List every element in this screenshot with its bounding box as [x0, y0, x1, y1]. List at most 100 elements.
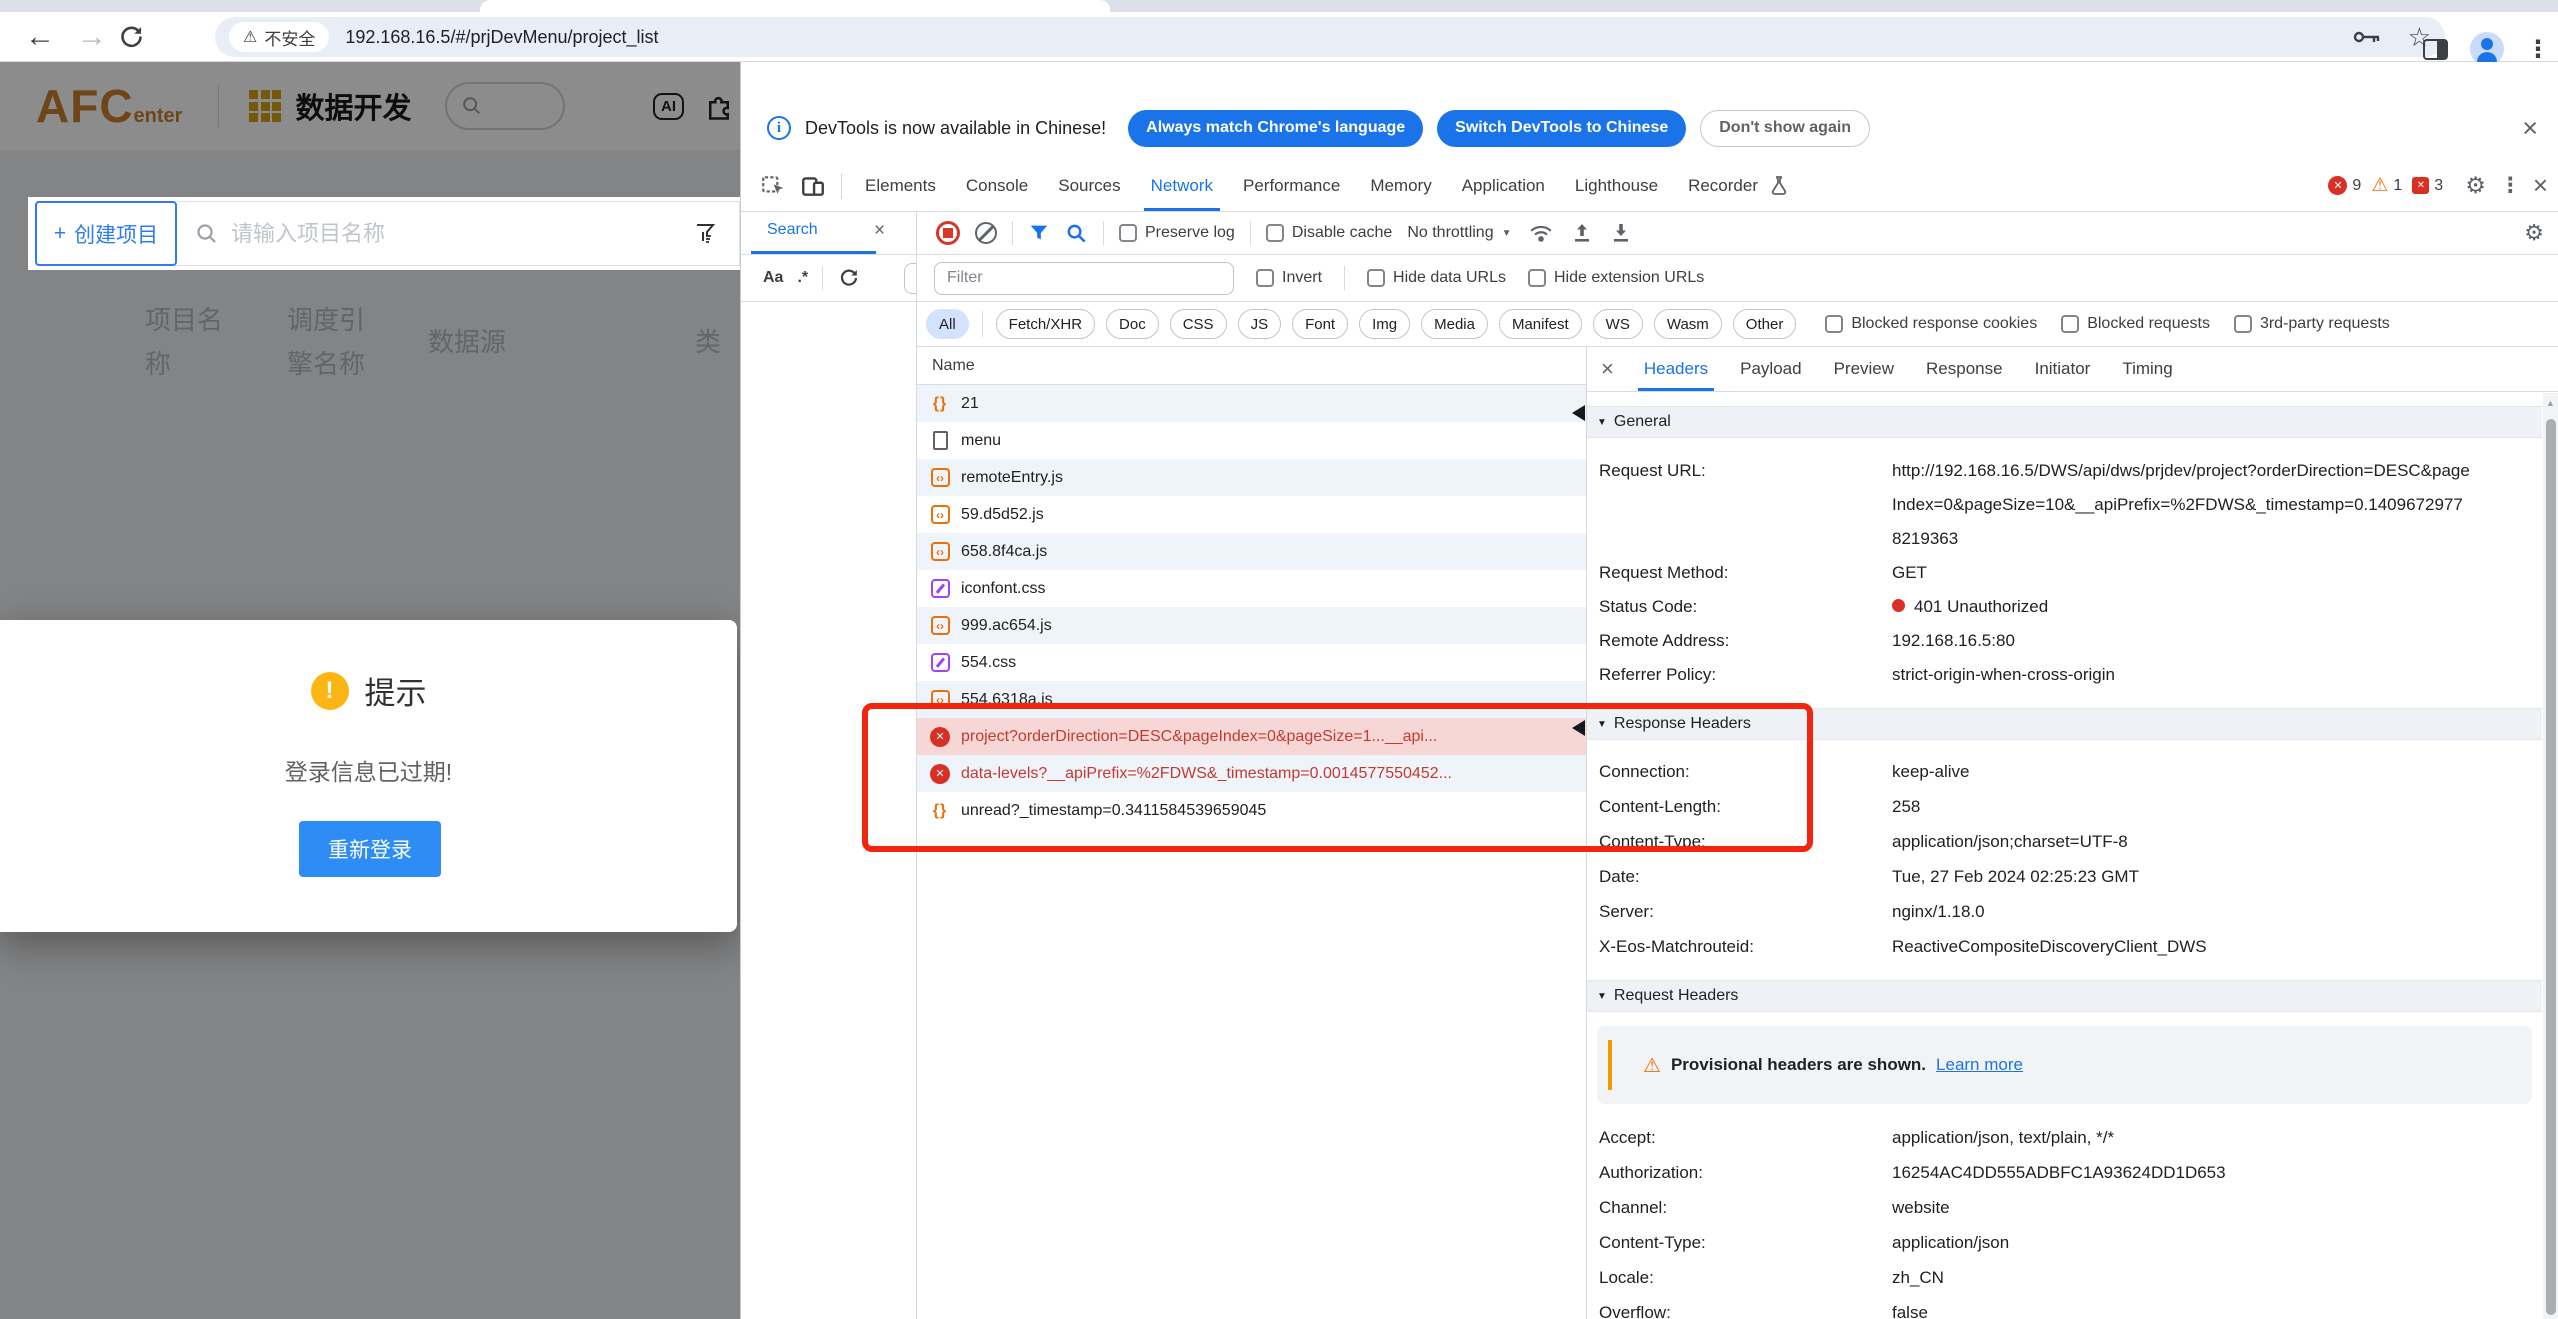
request-row[interactable]: iconfont.css: [916, 570, 1586, 607]
tab-performance[interactable]: Performance: [1228, 160, 1355, 211]
tab-recorder[interactable]: Recorder: [1673, 160, 1773, 211]
tab-sources[interactable]: Sources: [1043, 160, 1135, 211]
create-project-button[interactable]: + 创建项目: [35, 201, 177, 266]
back-icon[interactable]: ←: [14, 20, 66, 54]
tab-application[interactable]: Application: [1447, 160, 1560, 211]
search-query-input[interactable]: [904, 263, 916, 294]
chip-fetch-xhr[interactable]: Fetch/XHR: [996, 309, 1095, 339]
scroll-up-icon[interactable]: ▲: [2545, 398, 2556, 408]
reload-icon[interactable]: [118, 23, 170, 50]
clear-network-log-button[interactable]: [975, 222, 997, 244]
devtools-close-icon[interactable]: ×: [2533, 170, 2548, 201]
chip-manifest[interactable]: Manifest: [1499, 309, 1582, 339]
chip-other[interactable]: Other: [1733, 309, 1797, 339]
request-row-failed[interactable]: ✕ data-levels?__apiPrefix=%2FDWS&_timest…: [916, 755, 1586, 792]
request-row[interactable]: ‹› 999.ac654.js: [916, 607, 1586, 644]
third-party-requests-checkbox[interactable]: 3rd-party requests: [2234, 315, 2390, 333]
devtools-menu-icon[interactable]: ⋮: [2500, 173, 2521, 198]
tab-lighthouse[interactable]: Lighthouse: [1560, 160, 1673, 211]
request-row[interactable]: ‹› 59.d5d52.js: [916, 496, 1586, 533]
general-section-header[interactable]: ▼ General: [1587, 406, 2542, 438]
chip-media[interactable]: Media: [1421, 309, 1488, 339]
browser-menu-icon[interactable]: ⋮: [2526, 35, 2550, 64]
network-settings-icon[interactable]: ⚙: [2524, 220, 2544, 246]
chip-img[interactable]: Img: [1359, 309, 1410, 339]
network-search-icon[interactable]: [1065, 222, 1088, 245]
learn-more-link[interactable]: Learn more: [1936, 1055, 2023, 1075]
issues-badge[interactable]: ✕ 3: [2412, 177, 2443, 195]
switch-devtools-chinese-button[interactable]: Switch DevTools to Chinese: [1437, 110, 1686, 147]
preserve-log-checkbox[interactable]: Preserve log: [1119, 224, 1235, 242]
network-conditions-icon[interactable]: [1527, 220, 1555, 246]
filter-funnel-icon[interactable]: [693, 221, 717, 247]
network-filter-input[interactable]: [934, 262, 1234, 295]
security-chip[interactable]: ⚠ 不安全: [229, 22, 329, 52]
search-pane-close-icon[interactable]: ×: [874, 220, 885, 242]
tab-elements[interactable]: Elements: [850, 160, 951, 211]
scrollbar-thumb[interactable]: [2546, 419, 2556, 1315]
chip-doc[interactable]: Doc: [1106, 309, 1159, 339]
chip-all[interactable]: All: [926, 309, 969, 339]
console-errors-badge[interactable]: ✕ 9: [2328, 176, 2361, 195]
throttling-dropdown[interactable]: No throttling ▼: [1407, 224, 1511, 242]
tab-initiator[interactable]: Initiator: [2019, 347, 2107, 391]
disable-cache-checkbox[interactable]: Disable cache: [1266, 224, 1393, 242]
record-network-log-button[interactable]: [936, 221, 960, 245]
url-text[interactable]: 192.168.16.5/#/prjDevMenu/project_list: [345, 27, 658, 48]
regex-button[interactable]: .*: [797, 269, 808, 287]
search-pane-divider[interactable]: [916, 212, 917, 1319]
response-headers-section-header[interactable]: ▼ Response Headers: [1587, 708, 2542, 740]
relogin-button[interactable]: 重新登录: [299, 821, 441, 877]
blocked-requests-checkbox[interactable]: Blocked requests: [2061, 315, 2210, 333]
dont-show-again-button[interactable]: Don't show again: [1700, 110, 1870, 147]
request-row[interactable]: ‹› remoteEntry.js: [916, 459, 1586, 496]
chip-font[interactable]: Font: [1292, 309, 1348, 339]
side-panel-icon[interactable]: [2423, 39, 2448, 60]
import-har-icon[interactable]: [1570, 220, 1594, 246]
request-headers-section-header[interactable]: ▼ Request Headers: [1587, 980, 2542, 1012]
tab-headers[interactable]: Headers: [1628, 347, 1724, 391]
request-row-failed-selected[interactable]: ✕ project?orderDirection=DESC&pageIndex=…: [916, 718, 1586, 755]
details-scrollbar[interactable]: ▲: [2543, 393, 2558, 1319]
request-row[interactable]: ‹› 658.8f4ca.js: [916, 533, 1586, 570]
project-search-input[interactable]: [231, 221, 611, 247]
device-toolbar-icon[interactable]: [800, 173, 826, 199]
inspect-element-icon[interactable]: [760, 173, 786, 199]
tab-payload[interactable]: Payload: [1724, 347, 1817, 391]
request-row[interactable]: ‹› 554.6318a.js: [916, 681, 1586, 718]
chip-ws[interactable]: WS: [1593, 309, 1643, 339]
tab-console[interactable]: Console: [951, 160, 1043, 211]
chip-js[interactable]: JS: [1238, 309, 1282, 339]
request-row[interactable]: 554.css: [916, 644, 1586, 681]
match-case-button[interactable]: Aa: [763, 269, 783, 287]
hide-data-urls-checkbox[interactable]: Hide data URLs: [1367, 269, 1506, 287]
tab-network[interactable]: Network: [1136, 160, 1228, 211]
name-column-header[interactable]: Name: [916, 347, 1586, 385]
blocked-response-cookies-checkbox[interactable]: Blocked response cookies: [1825, 315, 2037, 333]
filter-toggle-icon[interactable]: [1028, 222, 1050, 244]
password-key-icon[interactable]: [2352, 26, 2382, 48]
details-close-icon[interactable]: ×: [1601, 356, 1614, 382]
forward-icon[interactable]: →: [66, 20, 118, 54]
devtools-settings-icon[interactable]: ⚙: [2465, 172, 2486, 199]
chip-css[interactable]: CSS: [1170, 309, 1227, 339]
banner-close-icon[interactable]: ×: [2522, 113, 2538, 144]
request-row[interactable]: menu: [916, 422, 1586, 459]
search-pane-tab[interactable]: Search: [767, 221, 818, 239]
always-match-language-button[interactable]: Always match Chrome's language: [1128, 110, 1423, 147]
request-row[interactable]: {} unread?_timestamp=0.3411584539659045: [916, 792, 1586, 829]
tab-preview[interactable]: Preview: [1818, 347, 1910, 391]
export-har-icon[interactable]: [1609, 220, 1633, 246]
profile-avatar[interactable]: [2470, 32, 2504, 66]
project-search-box[interactable]: [177, 201, 740, 266]
search-refresh-icon[interactable]: [837, 266, 861, 290]
console-warnings-badge[interactable]: ⚠ 1: [2371, 174, 2402, 197]
invert-checkbox[interactable]: Invert: [1256, 269, 1322, 287]
request-row[interactable]: {} 21: [916, 385, 1586, 422]
tab-response[interactable]: Response: [1910, 347, 2019, 391]
tab-memory[interactable]: Memory: [1355, 160, 1446, 211]
tab-timing[interactable]: Timing: [2106, 347, 2188, 391]
chip-wasm[interactable]: Wasm: [1654, 309, 1722, 339]
hide-extension-urls-checkbox[interactable]: Hide extension URLs: [1528, 269, 1704, 287]
address-bar[interactable]: ⚠ 不安全 192.168.16.5/#/prjDevMenu/project_…: [215, 17, 2445, 57]
